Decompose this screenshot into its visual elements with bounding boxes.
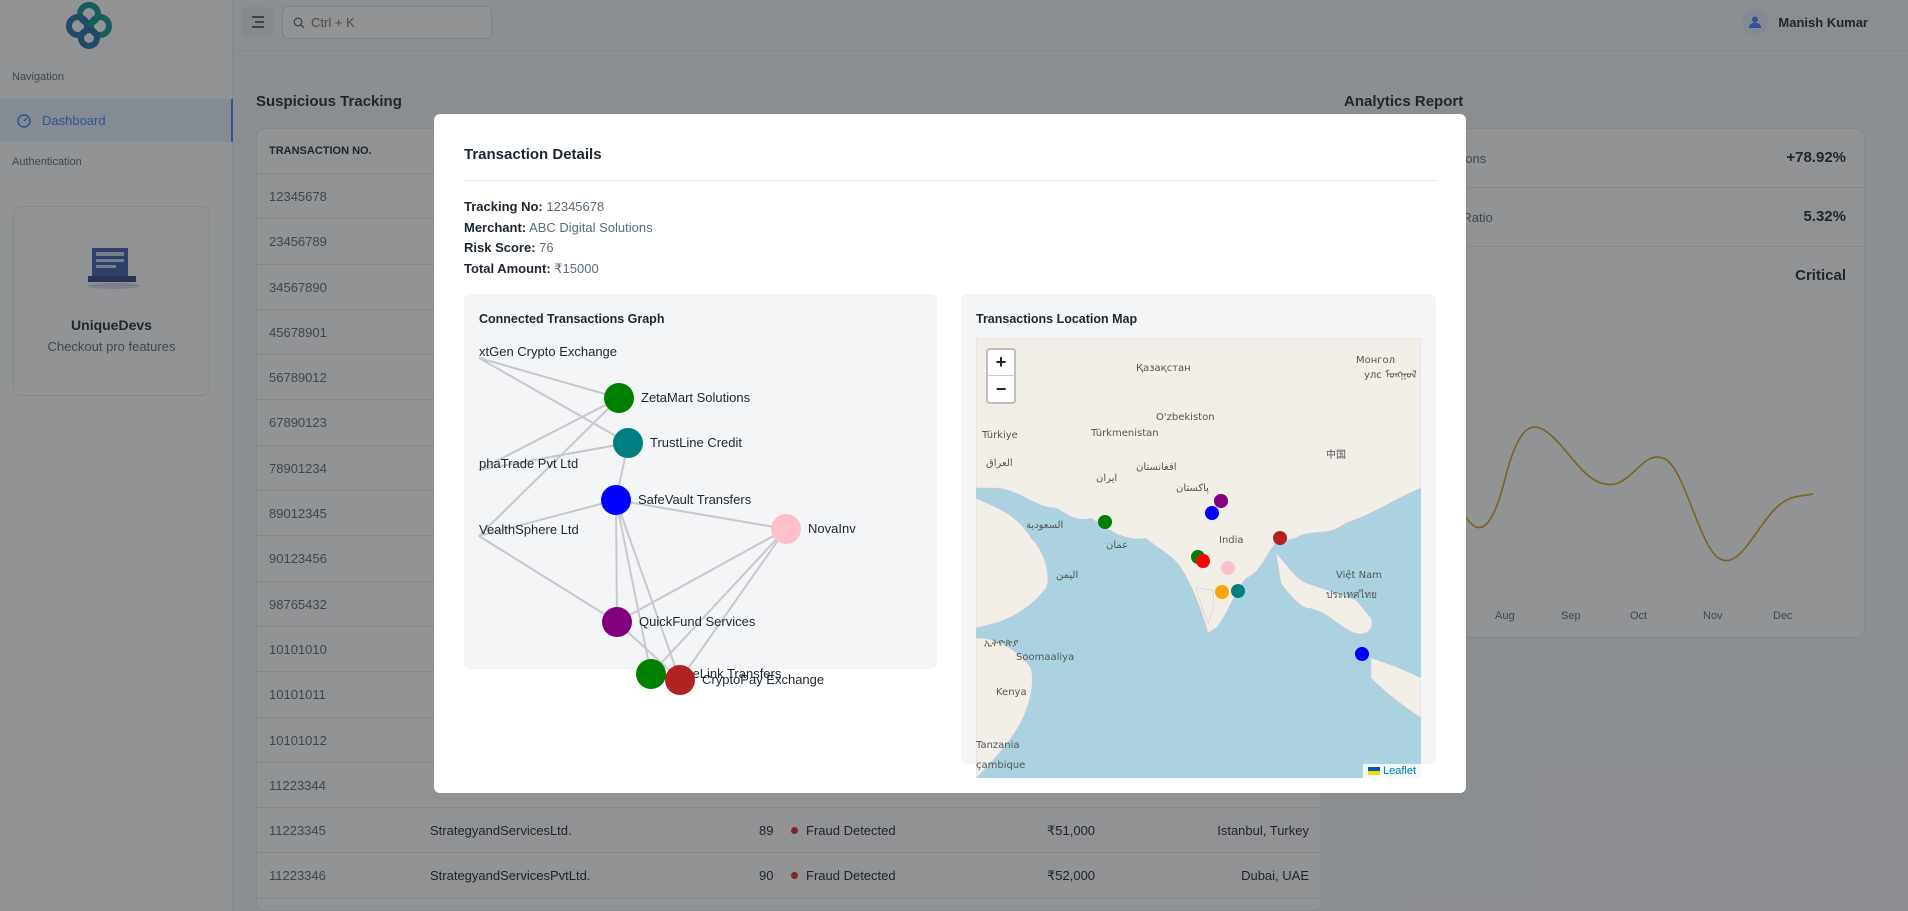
graph-node-label: phaTrade Pvt Ltd xyxy=(479,456,578,471)
graph-node-label: xtGen Crypto Exchange xyxy=(479,344,617,359)
map-place-label: Soomaaliya xyxy=(1016,652,1074,663)
graph-node[interactable] xyxy=(602,607,632,637)
graph-node-label: QuickFund Services xyxy=(639,614,756,629)
graph-node[interactable] xyxy=(665,665,695,695)
graph-node-label: TrustLine Credit xyxy=(650,435,742,450)
graph-node-label: NovaInv xyxy=(808,521,856,536)
graph-node[interactable] xyxy=(636,659,666,689)
risk-info: Risk Score: 76 xyxy=(464,240,554,255)
map-title: Transactions Location Map xyxy=(976,312,1138,326)
map-place-label: Монгол xyxy=(1356,355,1395,366)
modal-title: Transaction Details xyxy=(464,146,602,163)
graph-node-label: SafeVault Transfers xyxy=(638,492,752,507)
map-marker[interactable] xyxy=(1355,647,1369,661)
tracking-info: Tracking No: 12345678 xyxy=(464,199,604,214)
map-place-label: Türkiye xyxy=(981,430,1018,441)
graph-node-label: ZetaMart Solutions xyxy=(641,390,751,405)
map-marker[interactable] xyxy=(1215,585,1229,599)
map-marker[interactable] xyxy=(1221,561,1235,575)
land-mass xyxy=(976,497,1049,629)
location-map[interactable]: Қазақстан Монгол улс ᠮᠣᠩᠭᠣᠯ O'zbekiston Türk… xyxy=(976,338,1421,778)
map-place-label: اليمن xyxy=(1056,570,1078,581)
map-place-label: Қазақстан xyxy=(1136,363,1191,374)
map-marker[interactable] xyxy=(1231,584,1245,598)
modal-divider xyxy=(464,180,1436,181)
graph-node[interactable] xyxy=(613,428,643,458)
map-marker[interactable] xyxy=(1205,506,1219,520)
map-place-label: O'zbekiston xyxy=(1156,412,1215,423)
tracking-value: 12345678 xyxy=(546,199,605,214)
map-marker[interactable] xyxy=(1196,554,1210,568)
map-attribution[interactable]: Leaflet xyxy=(1362,764,1421,778)
graph-edge xyxy=(615,499,618,623)
map-place-label: ኢትዮጵያ xyxy=(984,638,1018,649)
map-card: Transactions Location Map Қазақстан Монго… xyxy=(961,294,1436,778)
transaction-details-modal: Transaction Details Tracking No: 1234567… xyxy=(434,114,1466,793)
graph-node[interactable] xyxy=(771,514,801,544)
merchant-info: Merchant: ABC Digital Solutions xyxy=(464,220,653,235)
map-place-label: Tanzania xyxy=(976,740,1020,751)
tracking-label: Tracking No: xyxy=(464,199,543,214)
map-place-label: Kenya xyxy=(996,687,1027,698)
map-place-label: العراق xyxy=(986,458,1013,469)
graph-edge xyxy=(679,528,787,681)
map-place-label: Việt Nam xyxy=(1336,569,1382,581)
map-place-label: عمان xyxy=(1106,540,1128,551)
map-place-label: السعودية xyxy=(1026,520,1063,531)
graph-node[interactable] xyxy=(604,383,634,413)
map-place-label: افغانستان xyxy=(1136,462,1177,473)
map-place-label: ประเทศไทย xyxy=(1326,589,1377,601)
map-marker[interactable] xyxy=(1273,531,1287,545)
zoom-out-button[interactable]: − xyxy=(988,376,1014,402)
risk-value: 76 xyxy=(539,240,554,255)
zoom-in-button[interactable]: + xyxy=(988,350,1014,376)
graph-node[interactable] xyxy=(601,485,631,515)
merchant-value: ABC Digital Solutions xyxy=(529,220,653,235)
graph-node-label: VealthSphere Ltd xyxy=(479,522,579,537)
map-place-label: India xyxy=(1219,535,1244,546)
map-place-label: 中国 xyxy=(1326,448,1346,461)
amount-value: ₹15000 xyxy=(554,261,599,276)
connected-transactions-graph[interactable]: xtGen Crypto Exchange ZetaMart Solutions T… xyxy=(464,294,937,695)
amount-info: Total Amount: ₹15000 xyxy=(464,261,599,277)
map-marker[interactable] xyxy=(1098,515,1112,529)
land-mass xyxy=(1370,657,1421,719)
map-place-label: Türkmenistan xyxy=(1090,428,1159,439)
ukraine-flag-icon xyxy=(1367,767,1380,775)
map-tiles: Қазақстан Монгол улс ᠮᠣᠩᠭᠣᠯ O'zbekiston Türk… xyxy=(976,338,1421,778)
merchant-label: Merchant: xyxy=(464,220,527,235)
graph-node-label: CryptoPay Exchange xyxy=(702,672,824,687)
map-place-label: çambique xyxy=(976,760,1025,771)
map-zoom-control: + − xyxy=(986,348,1016,404)
graph-edge xyxy=(478,535,618,623)
map-marker[interactable] xyxy=(1214,494,1228,508)
graph-card: Connected Transactions Graph xtGen Crypt… xyxy=(464,294,937,695)
map-place-label: پاکستان xyxy=(1176,483,1209,494)
risk-label: Risk Score: xyxy=(464,240,536,255)
amount-label: Total Amount: xyxy=(464,261,551,276)
attribution-text: Leaflet xyxy=(1382,765,1416,777)
map-place-label: улс ᠮᠣᠩᠭᠣᠯ xyxy=(1364,369,1417,381)
graph-edge xyxy=(650,528,787,675)
graph-edge xyxy=(478,357,620,399)
map-place-label: ایران xyxy=(1096,473,1117,484)
